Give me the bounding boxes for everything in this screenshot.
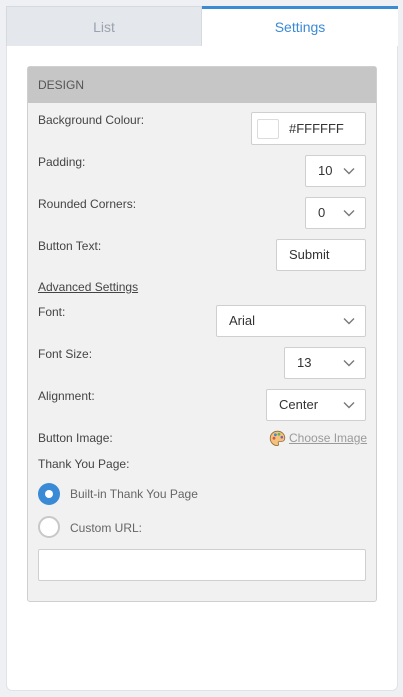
chevron-down-icon xyxy=(343,318,355,325)
tab-bar: List Settings xyxy=(6,6,398,46)
chevron-down-icon xyxy=(343,360,355,367)
font-value: Arial xyxy=(229,313,256,328)
palette-icon xyxy=(269,430,286,447)
button-text-value: Submit xyxy=(289,247,330,262)
builtin-thank-you-radio[interactable] xyxy=(38,483,60,505)
alignment-select[interactable]: Center xyxy=(266,389,366,421)
font-select[interactable]: Arial xyxy=(216,305,366,337)
alignment-label: Alignment: xyxy=(38,389,95,403)
padding-label: Padding: xyxy=(38,155,86,169)
background-colour-value: #FFFFFF xyxy=(289,121,344,136)
background-colour-picker[interactable]: #FFFFFF xyxy=(251,112,366,145)
thank-you-page-label: Thank You Page: xyxy=(38,457,130,471)
button-text-label: Button Text: xyxy=(38,239,102,253)
button-text-input[interactable]: Submit xyxy=(276,239,366,271)
custom-url-label: Custom URL: xyxy=(70,521,143,535)
alignment-value: Center xyxy=(279,397,319,412)
design-panel: DESIGN Background Colour: #FFFFFF Paddin… xyxy=(27,66,377,602)
chevron-down-icon xyxy=(343,168,355,175)
choose-image-label: Choose Image xyxy=(289,431,368,445)
font-size-select[interactable]: 13 xyxy=(284,347,366,379)
background-colour-label: Background Colour: xyxy=(38,113,145,127)
font-size-value: 13 xyxy=(297,355,312,370)
font-label: Font: xyxy=(38,305,66,319)
custom-url-radio[interactable] xyxy=(38,516,60,538)
advanced-settings-link[interactable]: Advanced Settings xyxy=(38,280,138,294)
design-section-header: DESIGN xyxy=(28,67,376,103)
padding-value: 10 xyxy=(318,163,333,178)
chevron-down-icon xyxy=(343,210,355,217)
rounded-corners-value: 0 xyxy=(318,205,326,220)
chevron-down-icon xyxy=(343,402,355,409)
custom-url-input[interactable] xyxy=(38,549,366,581)
rounded-corners-label: Rounded Corners: xyxy=(38,197,137,211)
button-image-label: Button Image: xyxy=(38,431,113,445)
tab-list[interactable]: List xyxy=(6,6,202,46)
builtin-thank-you-label: Built-in Thank You Page xyxy=(70,487,198,501)
colour-swatch[interactable] xyxy=(257,119,279,139)
font-size-label: Font Size: xyxy=(38,347,93,361)
tab-settings[interactable]: Settings xyxy=(202,6,398,46)
rounded-corners-select[interactable]: 0 xyxy=(305,197,366,229)
padding-select[interactable]: 10 xyxy=(305,155,366,187)
